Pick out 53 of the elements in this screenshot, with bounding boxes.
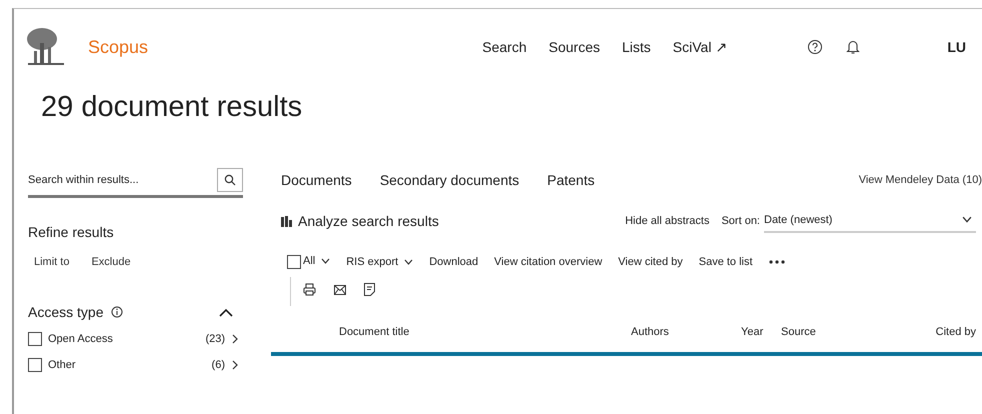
user-initials[interactable]: LU (947, 39, 966, 55)
collapse-toggle[interactable] (219, 308, 233, 316)
hide-abstracts-link[interactable]: Hide all abstracts (625, 215, 710, 227)
nav-link[interactable]: Search (482, 39, 527, 55)
nav-link[interactable]: Sources (548, 39, 600, 55)
help-icon[interactable] (807, 39, 824, 55)
filter-option-label[interactable]: Open Access (48, 333, 113, 345)
column-header[interactable]: Authors (631, 326, 741, 338)
info-icon[interactable] (111, 306, 124, 318)
sort-dropdown[interactable]: Date (newest) (764, 209, 976, 233)
results-tab[interactable]: Patents (547, 172, 595, 188)
refine-heading: Refine results (28, 224, 115, 240)
export-dropdown[interactable]: RIS export (346, 256, 414, 268)
column-header[interactable]: Source (781, 326, 922, 338)
filter-option-label[interactable]: Other (48, 359, 76, 371)
print-icon[interactable] (303, 283, 316, 296)
sort-label: Sort on: (721, 215, 760, 227)
analyze-link[interactable]: Analyze search results (298, 213, 439, 229)
column-header[interactable]: Cited by (922, 326, 982, 338)
chevron-right-icon[interactable] (231, 360, 239, 370)
toolbar-action[interactable]: View cited by (618, 256, 683, 268)
results-tab[interactable]: Documents (281, 172, 352, 188)
document-icon[interactable] (364, 283, 375, 296)
filter-group-title: Access type (28, 304, 104, 320)
toolbar-action[interactable]: Save to list (698, 256, 753, 268)
caret-icon (962, 216, 972, 224)
tree-logo-drawing (26, 27, 66, 67)
filter-count: (6) (212, 359, 225, 371)
refine-action[interactable]: Exclude (91, 256, 131, 268)
select-all-checkbox[interactable] (287, 255, 301, 269)
bar-chart-icon[interactable] (281, 216, 295, 226)
results-heading: 29 document results (41, 91, 304, 125)
nav-link[interactable]: Lists (622, 39, 651, 55)
filter-count: (23) (205, 333, 225, 345)
mendeley-link[interactable]: View Mendeley Data (10) (858, 174, 982, 186)
more-icon[interactable] (768, 260, 785, 264)
bell-icon[interactable] (845, 39, 862, 55)
caret-icon (404, 258, 414, 266)
nav-link[interactable]: SciVal ↗ (672, 39, 728, 55)
toolbar-action[interactable]: View citation overview (494, 256, 602, 268)
search-button[interactable] (217, 168, 243, 192)
column-header[interactable]: Year (741, 326, 781, 338)
email-icon[interactable] (334, 284, 346, 294)
checkbox[interactable] (28, 358, 42, 372)
checkbox[interactable] (28, 332, 42, 346)
column-header[interactable]: Document title (339, 326, 631, 338)
select-all-dropdown[interactable]: All (303, 255, 330, 267)
chevron-right-icon[interactable] (231, 334, 239, 344)
refine-action[interactable]: Limit to (34, 256, 70, 268)
toolbar-action[interactable]: Download (429, 256, 478, 268)
caret-icon (321, 258, 330, 264)
results-tab[interactable]: Secondary documents (380, 172, 520, 188)
search-icon (224, 174, 236, 186)
